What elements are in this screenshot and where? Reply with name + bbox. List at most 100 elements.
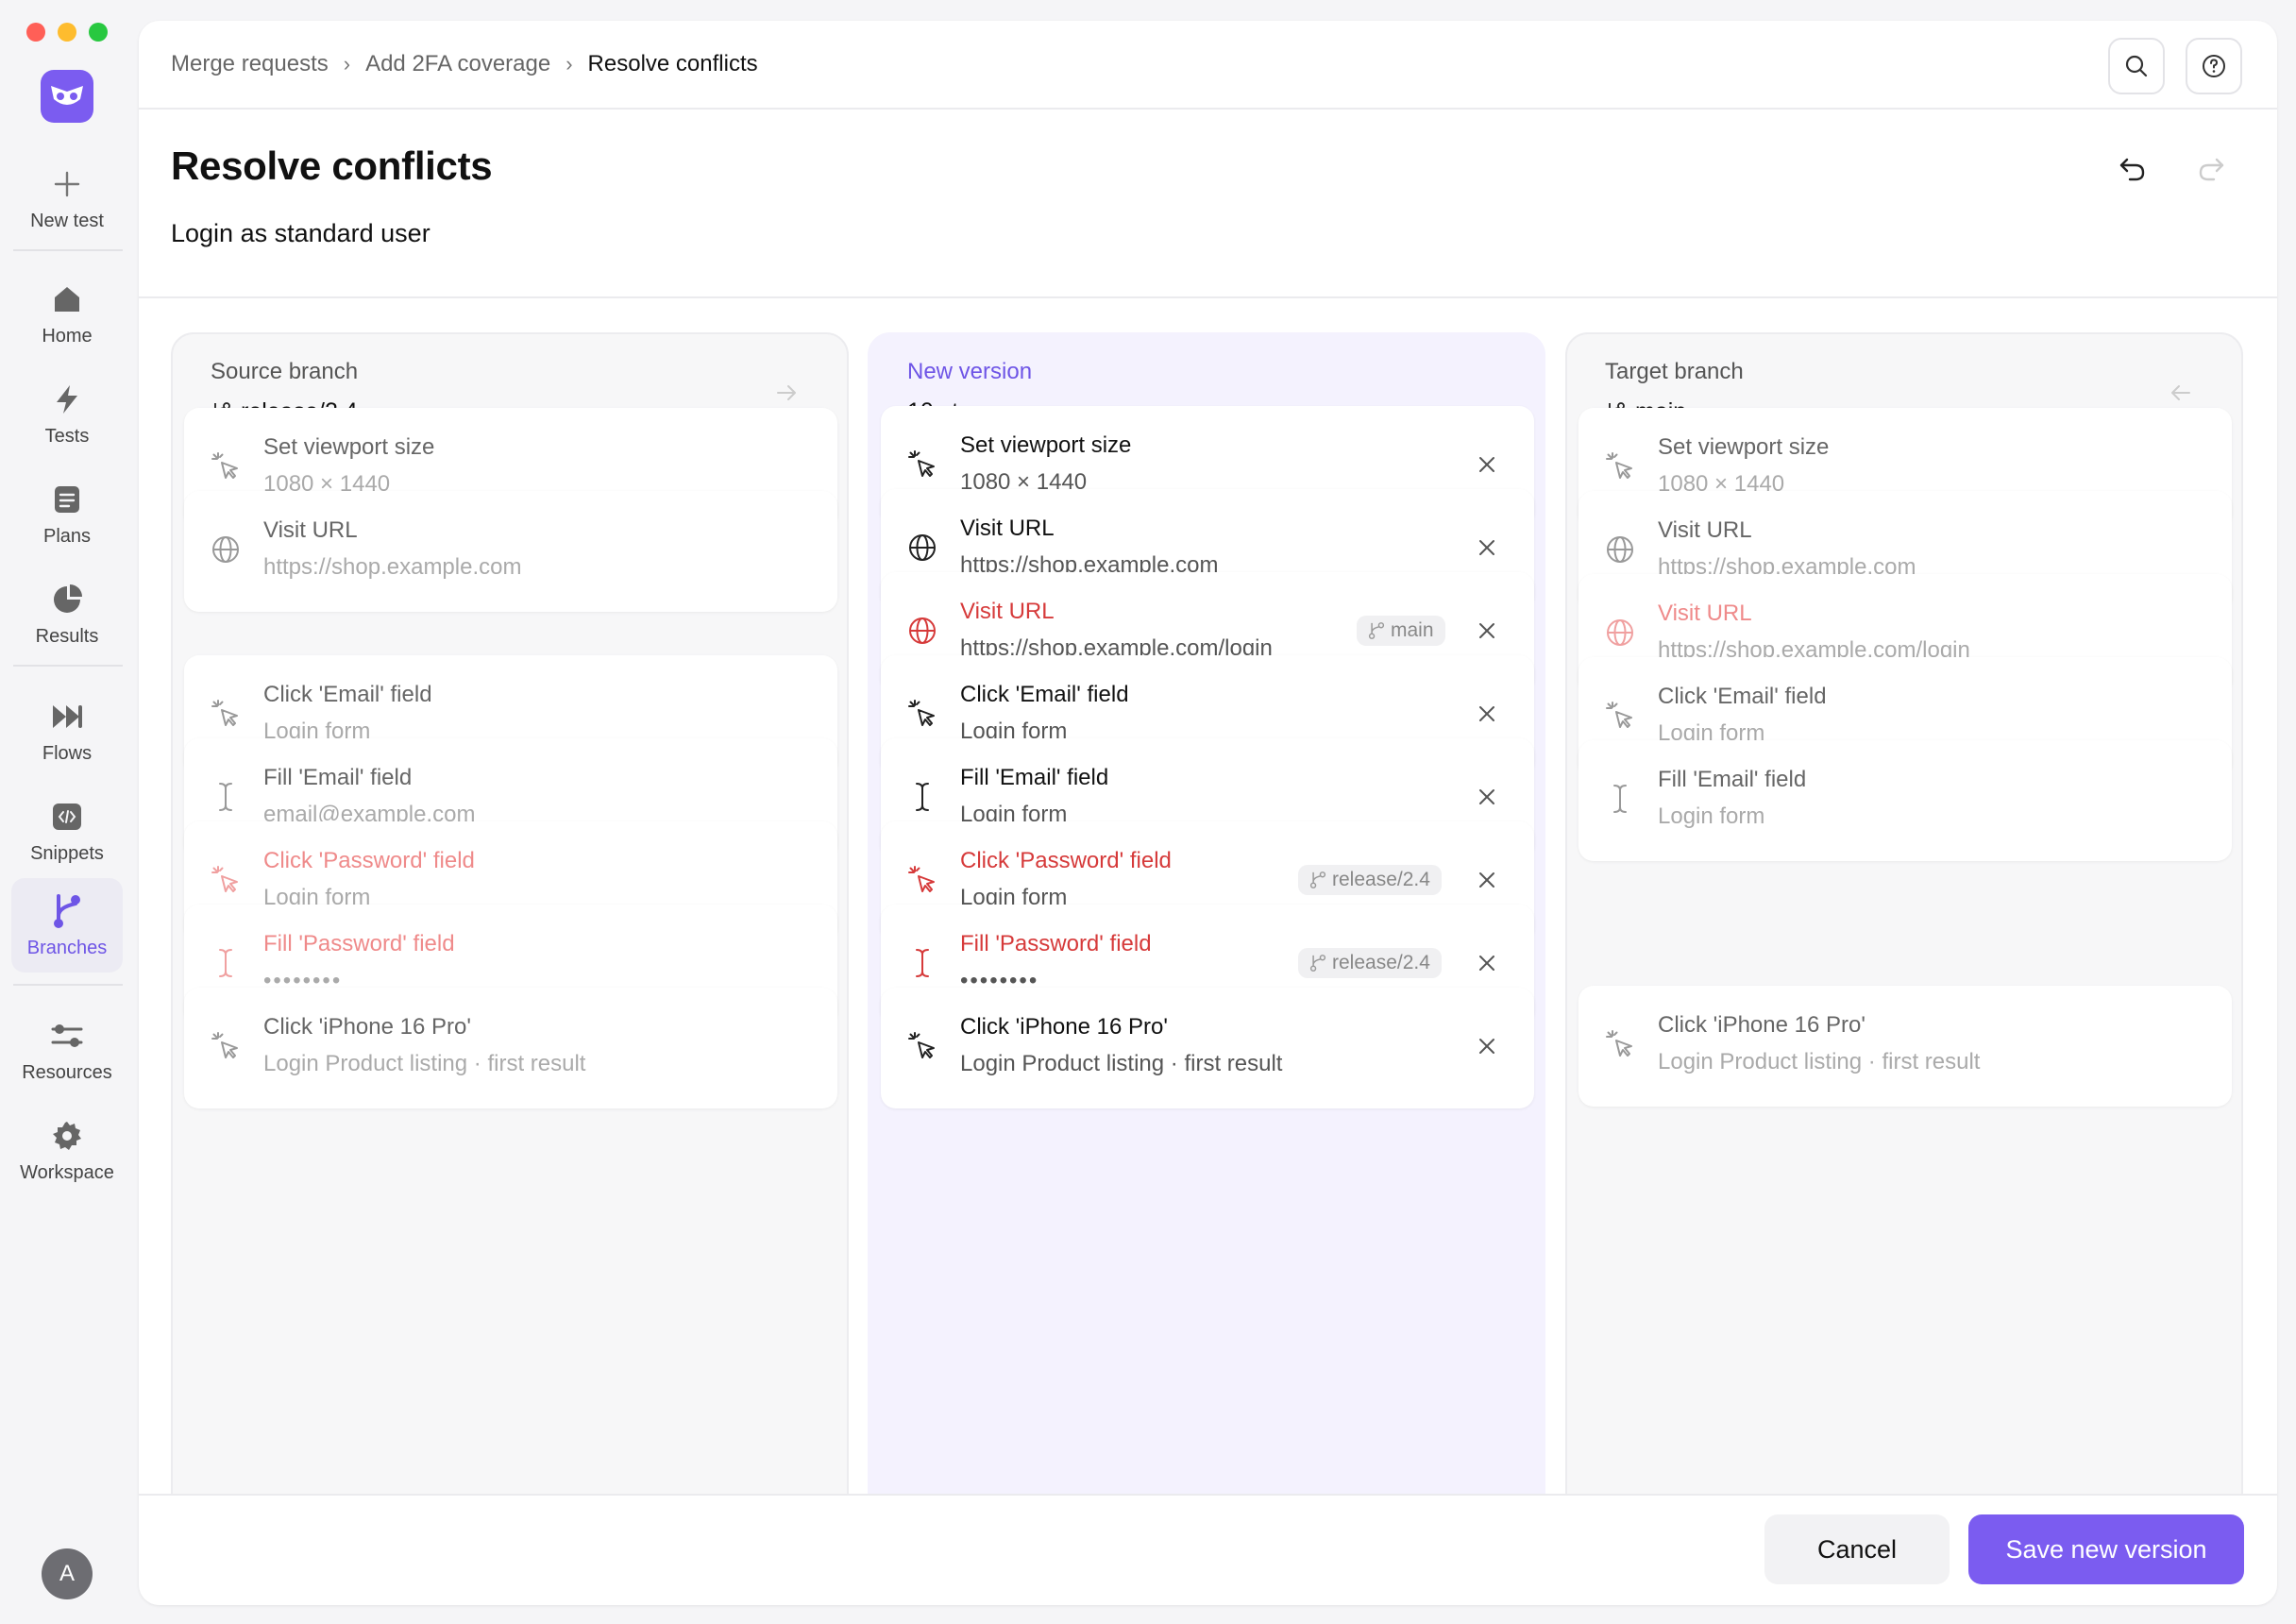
app-logo[interactable] xyxy=(41,70,93,123)
sidebar-item-label: Home xyxy=(42,325,93,347)
branch-origin-label: main xyxy=(1391,619,1434,641)
sidebar-item-label: Tests xyxy=(44,425,90,447)
pointer-icon xyxy=(905,863,939,897)
column-label: Target branch xyxy=(1605,359,1744,384)
home-icon xyxy=(48,280,86,318)
column-label: New version xyxy=(907,359,1033,384)
pie-chart-icon xyxy=(48,581,86,618)
sidebar-item-label: Plans xyxy=(42,525,92,547)
undo-button[interactable] xyxy=(2117,153,2149,190)
apply-source-button[interactable] xyxy=(775,381,798,409)
search-button[interactable] xyxy=(2108,38,2165,94)
sidebar-item-tests[interactable]: Tests xyxy=(11,366,123,461)
remove-step-button[interactable] xyxy=(1476,536,1498,559)
source-branch-column: Source branch release/2.4 Set viewport s… xyxy=(171,332,849,1579)
sidebar-item-snippets[interactable]: Snippets xyxy=(11,784,123,878)
close-icon xyxy=(1479,956,1494,971)
branch-origin-tag: release/2.4 xyxy=(1298,948,1442,978)
text-cursor-icon xyxy=(209,946,243,980)
sidebar-item-resources[interactable]: Resources xyxy=(11,1003,123,1097)
sidebar-item-flows[interactable]: Flows xyxy=(11,684,123,778)
pointer-icon xyxy=(209,1029,243,1063)
redo-icon xyxy=(2199,158,2224,181)
sidebar-item-workspace[interactable]: Workspace xyxy=(11,1103,123,1197)
pointer-icon xyxy=(1603,449,1637,483)
remove-step-button[interactable] xyxy=(1476,952,1498,974)
close-icon xyxy=(1479,623,1494,638)
step-title: Click 'Email' field xyxy=(1658,684,1827,709)
arrow-left-icon xyxy=(2171,385,2190,400)
target-branch-column: Target branch main Set viewport size1080… xyxy=(1565,332,2243,1579)
pointer-icon xyxy=(905,697,939,731)
step-title: Click 'Password' field xyxy=(960,848,1172,873)
step-card[interactable]: Click 'iPhone 16 Pro' Login Product listi… xyxy=(1578,986,2232,1107)
step-detail: Login Product listing · first result xyxy=(1658,1049,1981,1074)
close-icon xyxy=(1479,1039,1494,1054)
remove-step-button[interactable] xyxy=(1476,702,1498,725)
step-title: Set viewport size xyxy=(960,432,1132,458)
sidebar-item-label: Results xyxy=(35,625,99,647)
step-card[interactable]: Click 'iPhone 16 Pro' Login Product listi… xyxy=(184,988,837,1108)
remove-step-button[interactable] xyxy=(1476,619,1498,642)
sidebar-item-plans[interactable]: Plans xyxy=(11,466,123,561)
sidebar-divider xyxy=(13,984,123,986)
step-detail: Login Product listing · first result xyxy=(263,1051,586,1076)
pointer-icon xyxy=(905,1029,939,1063)
branch-icon xyxy=(1368,622,1385,639)
breadcrumb-item[interactable]: Add 2FA coverage xyxy=(365,51,550,77)
step-title: Visit URL xyxy=(1658,517,1752,543)
step-title: Click 'Email' field xyxy=(263,682,432,707)
branch-icon xyxy=(48,892,86,930)
step-title: Fill 'Email' field xyxy=(960,765,1109,790)
new-test-button[interactable]: New test xyxy=(11,151,123,245)
sidebar-item-label: Branches xyxy=(26,937,108,958)
pointer-icon xyxy=(1603,699,1637,733)
step-title: Fill 'Email' field xyxy=(1658,767,1807,792)
close-icon xyxy=(1479,540,1494,555)
help-icon xyxy=(2203,55,2225,77)
text-cursor-icon xyxy=(905,780,939,814)
step-title: Click 'iPhone 16 Pro' xyxy=(960,1014,1168,1040)
breadcrumb-current: Resolve conflicts xyxy=(587,51,758,76)
step-card[interactable]: Fill 'Email' field Login form xyxy=(1578,740,2232,861)
branch-icon xyxy=(1309,955,1326,972)
bolt-icon xyxy=(48,381,86,418)
pointer-icon xyxy=(209,697,243,731)
globe-icon xyxy=(209,533,243,567)
save-new-version-button[interactable]: Save new version xyxy=(1968,1514,2244,1584)
step-detail: https://shop.example.com xyxy=(263,554,522,580)
step-title: Fill 'Email' field xyxy=(263,765,413,790)
sidebar-item-results[interactable]: Results xyxy=(11,567,123,661)
branch-origin-label: release/2.4 xyxy=(1332,869,1430,890)
avatar[interactable]: A xyxy=(42,1548,93,1599)
step-title: Set viewport size xyxy=(1658,434,1830,460)
remove-step-button[interactable] xyxy=(1476,869,1498,891)
sidebar-item-label: Workspace xyxy=(20,1161,114,1183)
apply-target-button[interactable] xyxy=(2169,381,2192,409)
cancel-button[interactable]: Cancel xyxy=(1764,1514,1950,1584)
step-title: Click 'iPhone 16 Pro' xyxy=(263,1014,471,1040)
remove-step-button[interactable] xyxy=(1476,1035,1498,1057)
text-cursor-icon xyxy=(905,946,939,980)
globe-icon xyxy=(905,614,939,648)
step-card[interactable]: Visit URL https://shop.example.com xyxy=(184,491,837,612)
close-icon xyxy=(1479,789,1494,804)
sidebar-item-branches[interactable]: Branches xyxy=(11,878,123,973)
branch-origin-label: release/2.4 xyxy=(1332,952,1430,973)
help-button[interactable] xyxy=(2186,38,2242,94)
sidebar-item-home[interactable]: Home xyxy=(11,266,123,361)
remove-step-button[interactable] xyxy=(1476,786,1498,808)
step-card[interactable]: Click 'iPhone 16 Pro' Login Product listi… xyxy=(881,988,1534,1108)
close-icon xyxy=(1479,872,1494,888)
redo-button[interactable] xyxy=(2195,153,2227,190)
step-title: Visit URL xyxy=(960,516,1055,541)
branch-origin-tag: release/2.4 xyxy=(1298,865,1442,895)
remove-step-button[interactable] xyxy=(1476,453,1498,476)
chevron-right-icon: › xyxy=(566,52,573,76)
text-cursor-icon xyxy=(1603,782,1637,816)
breadcrumb-item[interactable]: Merge requests xyxy=(171,51,329,77)
step-title: Visit URL xyxy=(960,599,1055,624)
pointer-icon xyxy=(1603,1027,1637,1061)
pointer-icon xyxy=(905,448,939,482)
document-icon xyxy=(48,481,86,518)
